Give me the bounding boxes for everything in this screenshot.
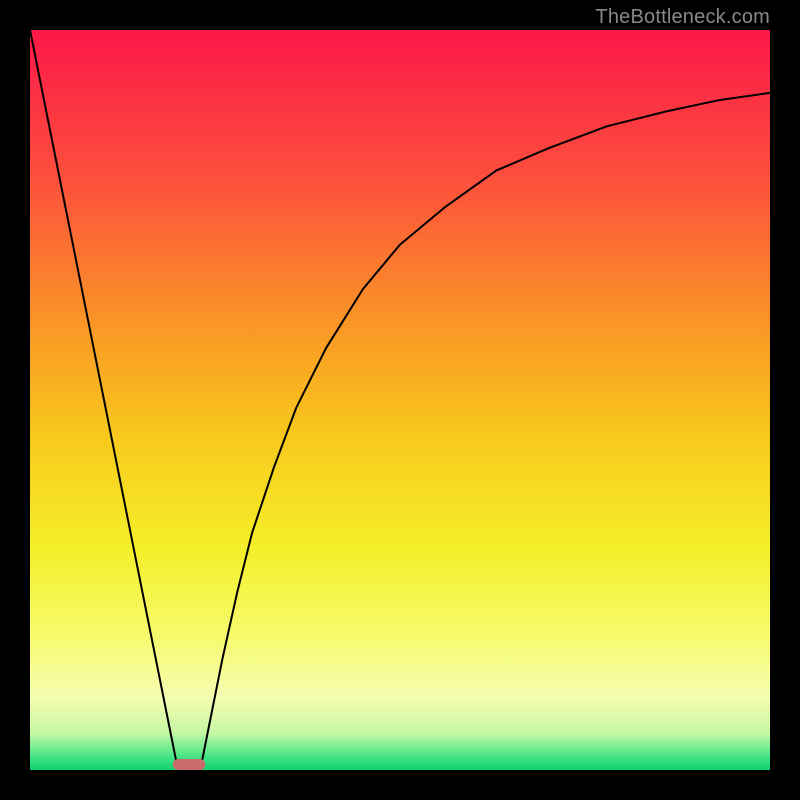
bottleneck-chart bbox=[30, 30, 770, 770]
annotation-group bbox=[173, 759, 206, 770]
valley-marker bbox=[173, 759, 206, 770]
watermark-label: TheBottleneck.com bbox=[595, 6, 770, 29]
chart-frame bbox=[30, 30, 770, 770]
chart-background bbox=[30, 30, 770, 770]
